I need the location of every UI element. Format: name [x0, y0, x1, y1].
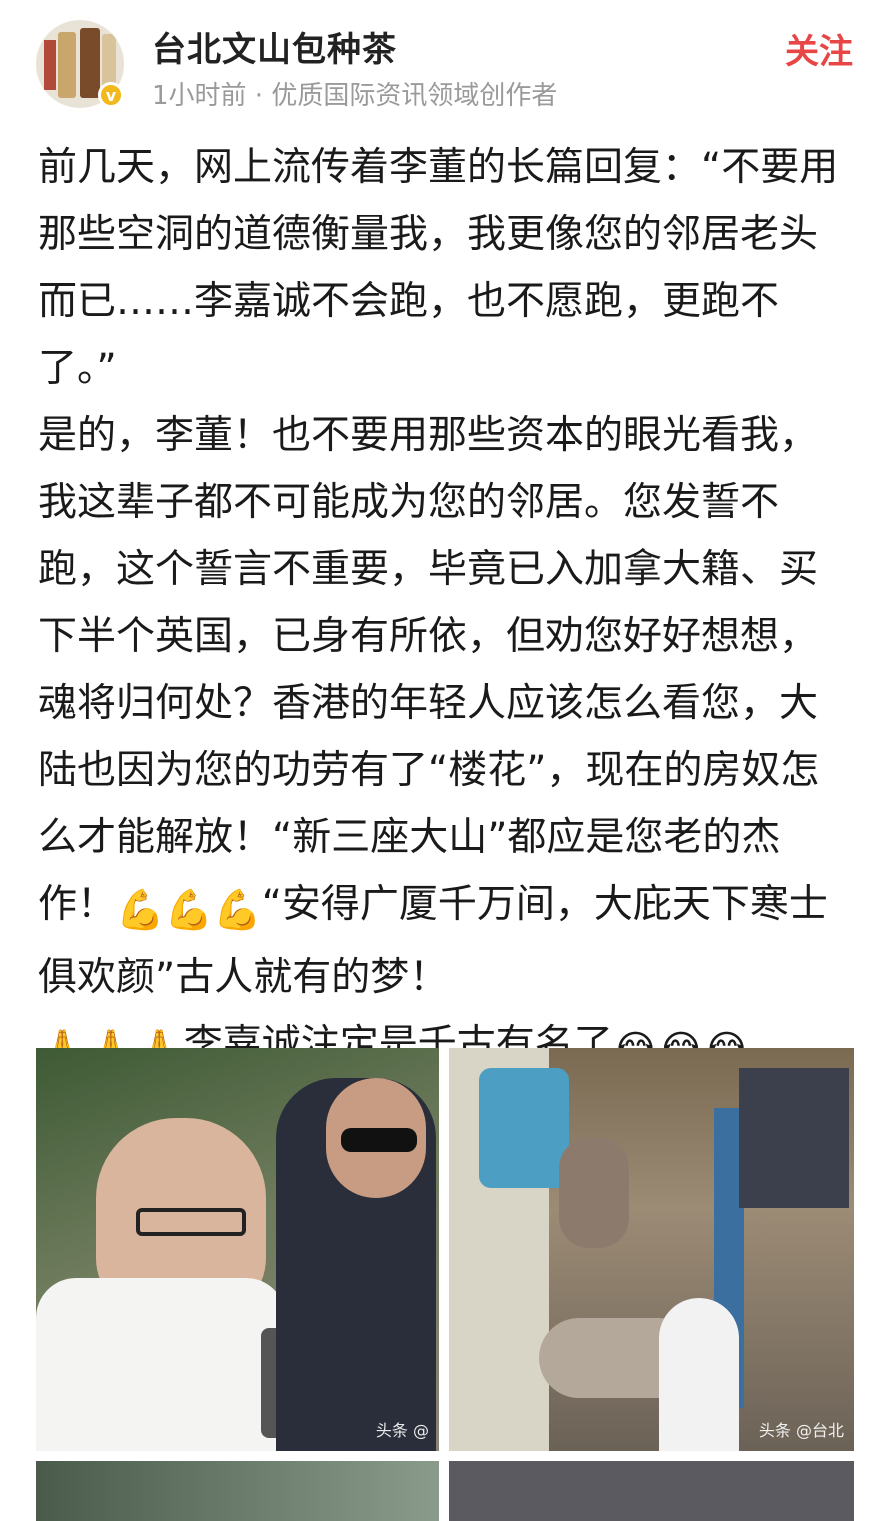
verified-badge-icon: v [98, 82, 124, 108]
image-watermark: 头条 @ [375, 1421, 429, 1440]
person-shape [559, 1138, 629, 1248]
post-meta: 1小时前 · 优质国际资讯领域创作者 [152, 81, 558, 111]
follow-button[interactable]: 关注 [785, 24, 853, 73]
post-paragraph: 是的，李董！也不要用那些资本的眼光看我，我这辈子都不可能成为您的邻居。您发誓不跑… [38, 402, 854, 1011]
author-name[interactable]: 台北文山包种茶 [152, 22, 397, 71]
avatar-tea-can [80, 28, 100, 98]
post-image[interactable] [36, 1461, 439, 1521]
sunglasses-shape [341, 1128, 417, 1152]
avatar-tea-can [58, 32, 76, 98]
avatar-tea-box [44, 40, 56, 90]
glasses-shape [136, 1208, 246, 1236]
white-shirt-shape [36, 1278, 286, 1451]
bag-shape [479, 1068, 569, 1188]
flexed-biceps-icon: 💪💪💪 [116, 888, 262, 933]
post-paragraph: 前几天，网上流传着李董的长篇回复：“不要用那些空洞的道德衡量我，我更像您的邻居老… [38, 145, 839, 391]
image-watermark: 头条 @台北 [758, 1421, 844, 1440]
post-image[interactable] [449, 1461, 854, 1521]
post-header: v 台北文山包种茶 1小时前 · 优质国际资讯领域创作者 关注 [0, 0, 889, 120]
post-image[interactable]: 头条 @台北 [449, 1048, 854, 1451]
post-body: 前几天，网上流传着李董的长篇回复：“不要用那些空洞的道德衡量我，我更像您的邻居老… [38, 134, 854, 1084]
post-image[interactable]: 头条 @ [36, 1048, 439, 1451]
person-shape [659, 1298, 739, 1451]
post-text-segment: 是的，李董！也不要用那些资本的眼光看我，我这辈子都不可能成为您的邻居。您发誓不跑… [38, 413, 820, 927]
clothes-shape [739, 1068, 849, 1208]
